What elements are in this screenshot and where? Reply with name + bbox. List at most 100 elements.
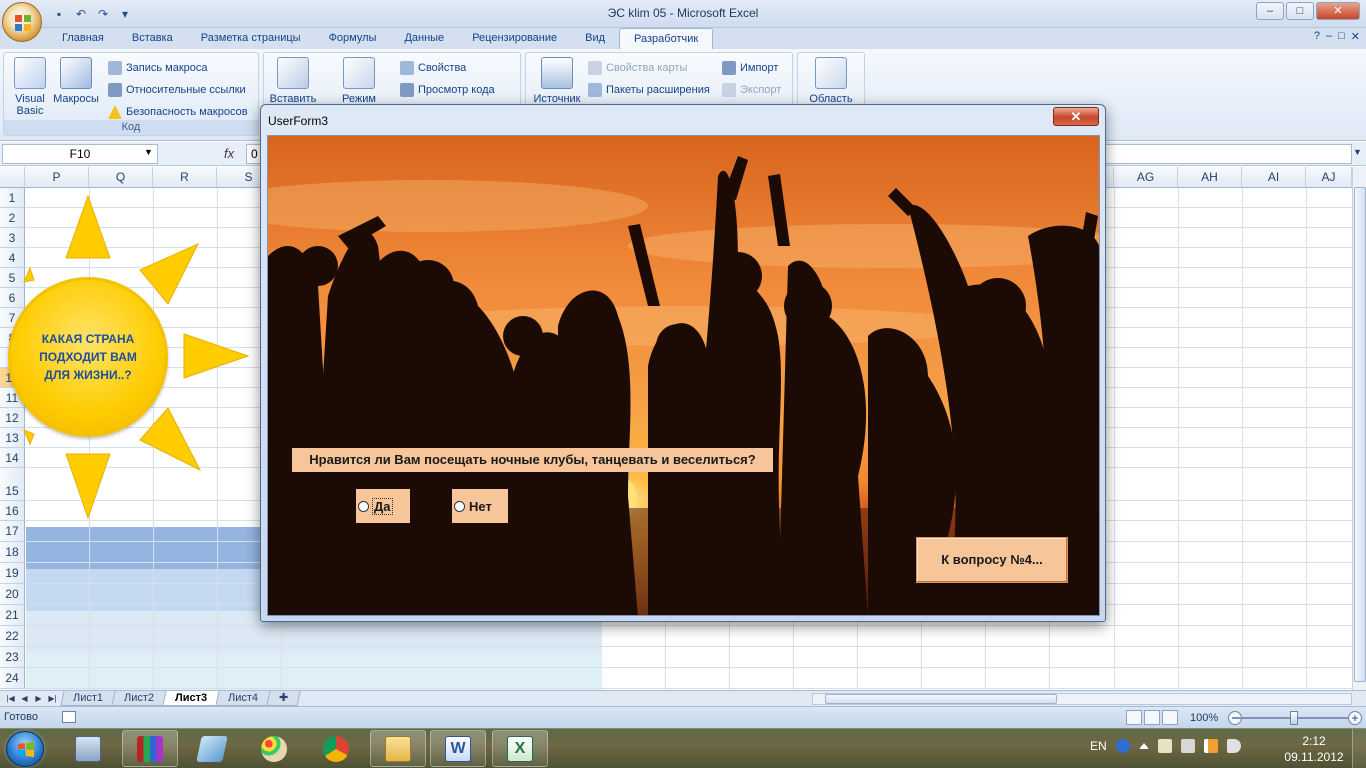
help-icon[interactable]: ? <box>1314 30 1320 43</box>
formula-expand-icon[interactable]: ▼ <box>1353 147 1362 157</box>
column-header[interactable]: R <box>153 167 217 188</box>
map-properties-button[interactable]: Свойства карты <box>588 58 687 78</box>
horizontal-scrollbar[interactable] <box>812 693 1352 705</box>
start-button[interactable] <box>6 731 44 767</box>
macro-record-icon[interactable] <box>62 711 76 723</box>
volume-muted-icon[interactable] <box>1226 739 1241 753</box>
next-question-button[interactable]: К вопросу №4... <box>916 537 1068 583</box>
column-header[interactable]: P <box>25 167 89 188</box>
ribbon-restore-icon[interactable]: □ <box>1338 30 1345 43</box>
option-no[interactable]: Нет <box>452 489 508 523</box>
taskbar-explorer[interactable] <box>370 730 426 767</box>
last-sheet-icon[interactable]: ▶| <box>46 692 59 705</box>
properties-button[interactable]: Свойства <box>400 58 466 78</box>
row-header[interactable]: 22 <box>0 626 25 647</box>
zoom-slider-thumb[interactable] <box>1290 711 1298 725</box>
zoom-in-icon[interactable]: + <box>1348 711 1362 725</box>
language-indicator[interactable]: EN <box>1090 739 1107 753</box>
source-button[interactable]: Источник <box>530 57 584 105</box>
grid-line <box>25 667 1352 668</box>
column-header[interactable]: AH <box>1178 167 1242 188</box>
row-header[interactable]: 19 <box>0 563 25 584</box>
row-header[interactable]: 21 <box>0 605 25 626</box>
dialog-close-button[interactable]: ✕ <box>1053 107 1099 126</box>
tab-formulas[interactable]: Формулы <box>315 28 391 49</box>
expansion-packs-button[interactable]: Пакеты расширения <box>588 80 710 100</box>
next-sheet-icon[interactable]: ▶ <box>32 692 45 705</box>
radio-no[interactable] <box>454 500 465 512</box>
tab-review[interactable]: Рецензирование <box>458 28 571 49</box>
insert-control-button[interactable]: Вставить <box>268 57 318 105</box>
clock[interactable]: 2:12 09.11.2012 <box>1284 733 1344 765</box>
tab-data[interactable]: Данные <box>390 28 458 49</box>
import-button[interactable]: Импорт <box>722 58 778 78</box>
radio-yes[interactable] <box>358 500 369 512</box>
sun-ray <box>139 242 200 305</box>
close-button[interactable]: ✕ <box>1316 2 1360 20</box>
vertical-scroll-thumb[interactable] <box>1354 187 1366 682</box>
taskbar-paint[interactable] <box>246 730 302 767</box>
taskbar-winrar[interactable] <box>122 730 178 767</box>
sun-shape[interactable]: КАКАЯ СТРАНА ПОДХОДИТ ВАМ ДЛЯ ЖИЗНИ..? <box>8 277 168 437</box>
column-header[interactable]: Q <box>89 167 153 188</box>
name-box[interactable]: F10 <box>2 144 158 164</box>
taskbar-chrome[interactable] <box>308 730 364 767</box>
sheet-tab[interactable]: Лист4 <box>215 691 271 706</box>
tab-view[interactable]: Вид <box>571 28 619 49</box>
name-box-dropdown-icon[interactable]: ▼ <box>144 147 153 157</box>
maximize-button[interactable]: □ <box>1286 2 1314 20</box>
view-code-icon <box>400 83 414 97</box>
macro-security-button[interactable]: Безопасность макросов <box>108 102 248 122</box>
tab-page-layout[interactable]: Разметка страницы <box>187 28 315 49</box>
ribbon-minimize-icon[interactable]: – <box>1326 30 1332 43</box>
sheet-tab-active[interactable]: Лист3 <box>162 691 220 706</box>
page-layout-view-icon[interactable] <box>1144 710 1160 725</box>
vertical-scrollbar[interactable] <box>1352 167 1366 690</box>
excel-icon: X <box>507 735 533 762</box>
tab-developer[interactable]: Разработчик <box>619 28 714 49</box>
relative-references-button[interactable]: Относительные ссылки <box>108 80 246 100</box>
row-header[interactable]: 23 <box>0 647 25 668</box>
row-header[interactable]: 18 <box>0 542 25 563</box>
row-header[interactable]: 20 <box>0 584 25 605</box>
visual-basic-button[interactable]: Visual Basic <box>8 57 52 117</box>
export-button[interactable]: Экспорт <box>722 80 781 100</box>
macros-button[interactable]: Макросы <box>52 57 100 105</box>
help-tray-icon[interactable] <box>1115 739 1130 753</box>
taskbar-excel[interactable]: X <box>492 730 548 767</box>
prev-sheet-icon[interactable]: ◀ <box>18 692 31 705</box>
show-hidden-icons-icon[interactable] <box>1138 743 1149 749</box>
column-header[interactable]: AJ <box>1306 167 1352 188</box>
tab-insert[interactable]: Вставка <box>118 28 187 49</box>
taskbar-notes[interactable] <box>184 730 240 767</box>
import-icon <box>722 61 736 75</box>
design-mode-button[interactable]: Режим <box>334 57 384 105</box>
horizontal-scroll-thumb[interactable] <box>825 694 1057 704</box>
record-macro-button[interactable]: Запись макроса <box>108 58 208 78</box>
taskbar-calculator[interactable] <box>60 730 116 767</box>
minimize-button[interactable]: – <box>1256 2 1284 20</box>
first-sheet-icon[interactable]: |◀ <box>4 692 17 705</box>
ribbon-close-icon[interactable]: ✕ <box>1351 30 1360 43</box>
device-icon[interactable] <box>1180 739 1195 753</box>
column-header[interactable]: AG <box>1114 167 1178 188</box>
office-button[interactable] <box>2 2 42 42</box>
page-break-view-icon[interactable] <box>1162 710 1178 725</box>
document-panel-button[interactable]: Область <box>804 57 858 105</box>
show-desktop-button[interactable] <box>1352 729 1366 768</box>
power-icon[interactable] <box>1203 739 1218 753</box>
insert-sheet-tab[interactable]: ✚ <box>266 691 302 706</box>
view-code-button[interactable]: Просмотр кода <box>400 80 495 100</box>
normal-view-icon[interactable] <box>1126 710 1142 725</box>
sheet-tab[interactable]: Лист1 <box>60 691 116 706</box>
network-icon[interactable] <box>1157 739 1172 753</box>
function-icon[interactable]: fx <box>224 146 234 161</box>
option-yes[interactable]: Да <box>356 489 410 523</box>
select-all-corner[interactable] <box>0 167 25 188</box>
zoom-level[interactable]: 100% <box>1190 712 1218 724</box>
column-header[interactable]: AI <box>1242 167 1306 188</box>
row-header[interactable]: 24 <box>0 668 25 689</box>
sheet-tab[interactable]: Лист2 <box>111 691 167 706</box>
taskbar-word[interactable]: W <box>430 730 486 767</box>
tab-home[interactable]: Главная <box>48 28 118 49</box>
